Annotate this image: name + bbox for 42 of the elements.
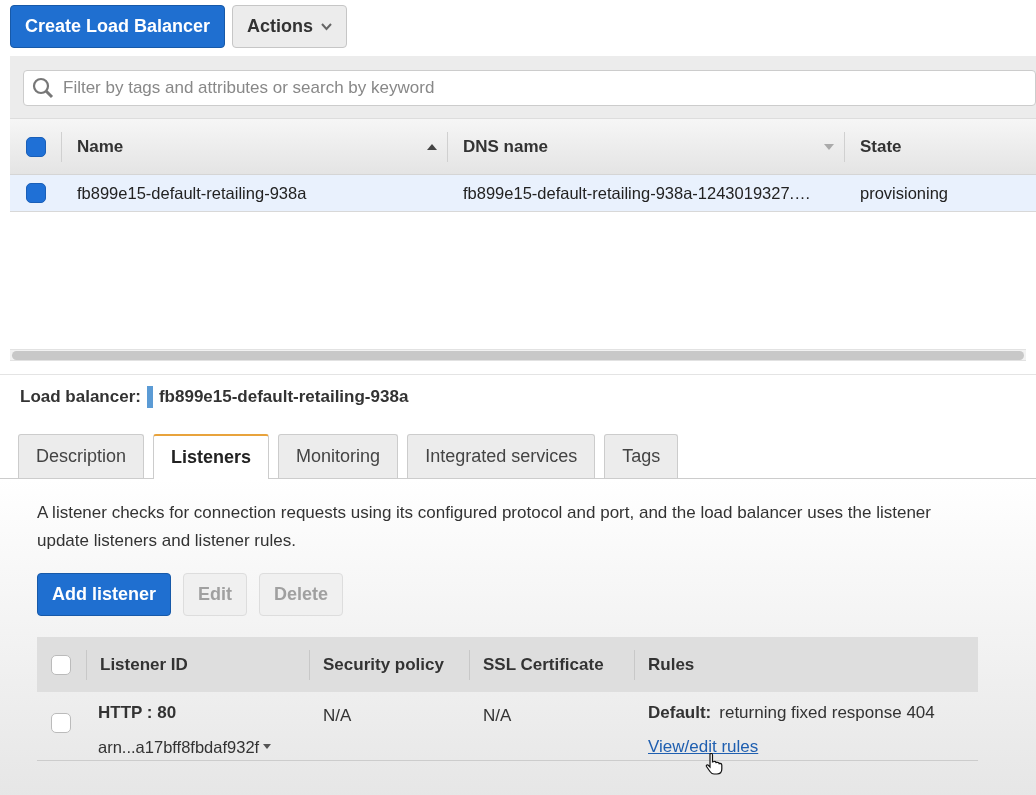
load-balancer-name: fb899e15-default-retailing-938a <box>158 386 409 409</box>
rule-label: Default: <box>648 702 712 724</box>
actions-button[interactable]: Actions <box>232 5 348 48</box>
table-cell: N/A <box>483 706 512 725</box>
column-header[interactable]: State <box>860 133 902 160</box>
column-header[interactable]: Name <box>77 133 124 160</box>
column-header[interactable]: DNS name <box>463 133 549 160</box>
table-cell: fb899e15-default-retailing-938a <box>77 183 307 202</box>
listener-protocol: HTTP : 80 <box>98 702 178 724</box>
scrollbar-thumb[interactable] <box>12 350 1024 360</box>
search-field[interactable]: Filter by tags and attributes or search by keyword <box>23 70 1036 106</box>
sort-up-icon[interactable] <box>427 143 437 150</box>
column-header[interactable]: Listener ID <box>100 651 188 678</box>
table-cell: fb899e15-default-retailing-938a-1243019327.… <box>463 183 811 202</box>
checkbox[interactable] <box>26 183 46 203</box>
description-text: A listener checks for connection requests using its configured protocol and port, and the load balancer uses the listener update listeners and listener rules. <box>37 502 932 552</box>
tab[interactable]: Listeners <box>153 434 270 479</box>
tab[interactable]: Description <box>18 434 145 478</box>
table-cell: provisioning <box>860 183 949 202</box>
view-rules-link[interactable]: View/edit rules <box>648 733 759 759</box>
sort-down-icon[interactable] <box>824 143 834 150</box>
color-bar <box>146 386 153 408</box>
checkbox[interactable] <box>51 713 71 733</box>
caret-icon <box>263 744 272 750</box>
checkbox[interactable] <box>26 136 46 157</box>
tab[interactable]: Integrated services <box>407 434 596 478</box>
column-header[interactable]: SSL Certificate <box>483 651 604 678</box>
table-row[interactable]: fb899e15-default-retailing-938a fb899e15-default-retailing-938a-1243019327.… provisioning <box>10 175 1036 212</box>
column-header[interactable]: Rules <box>648 651 695 678</box>
hand-cursor-icon <box>705 753 723 775</box>
create-button[interactable]: Create Load Balancer <box>10 5 226 48</box>
arn-dropdown[interactable]: arn...a17bff8fbdaf932f <box>98 734 310 760</box>
tab[interactable]: Tags <box>604 434 679 478</box>
tab[interactable]: Monitoring <box>278 434 399 478</box>
listener-button[interactable]: Add listener <box>37 573 172 616</box>
search-icon <box>32 77 54 99</box>
column-header[interactable]: Security policy <box>323 651 444 678</box>
checkbox[interactable] <box>51 654 71 675</box>
caret-icon <box>321 22 333 31</box>
details-label: Load balancer: <box>20 386 141 409</box>
rule-text: returning fixed response 404 <box>719 702 935 724</box>
table-cell: N/A <box>323 706 352 725</box>
